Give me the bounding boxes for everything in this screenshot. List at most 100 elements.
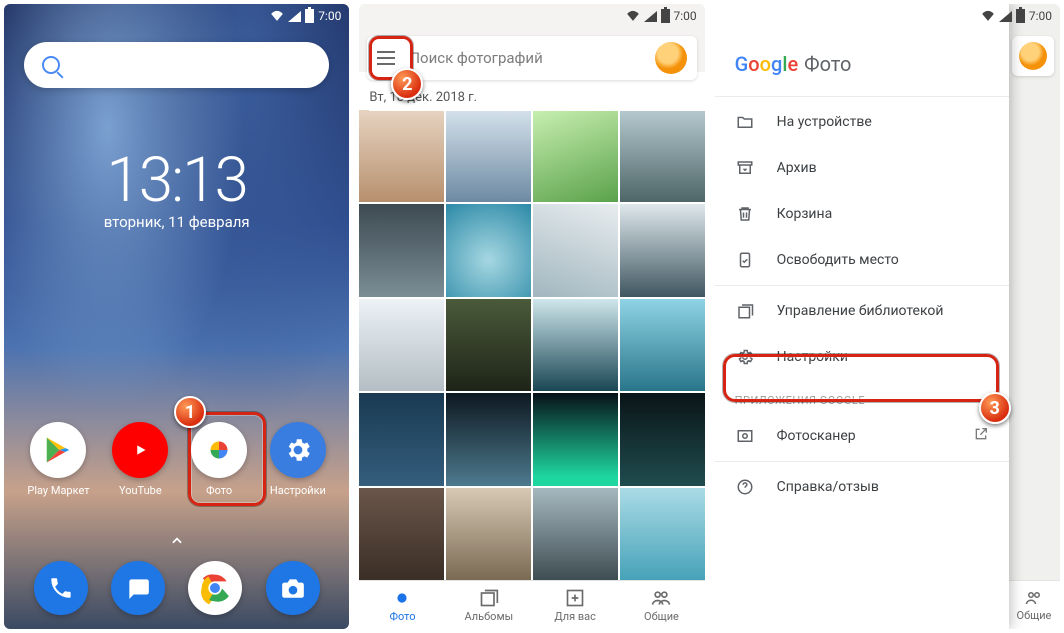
- dock-phone[interactable]: [34, 561, 88, 615]
- drawer-label: Архив: [777, 160, 817, 176]
- free-up-space-icon: [735, 250, 755, 270]
- visible-search-edge: [1012, 36, 1054, 76]
- search-icon: [42, 56, 60, 74]
- status-bar: 7:00: [359, 4, 704, 28]
- nav-foryou[interactable]: Для вас: [532, 581, 618, 629]
- drawer-label: Освободить место: [777, 252, 899, 268]
- dock-messages[interactable]: [111, 561, 165, 615]
- clock-time: 13:13: [4, 144, 349, 217]
- drawer-item-free-up-space[interactable]: Освободить место: [715, 237, 1009, 283]
- cell-signal-icon: [644, 11, 657, 22]
- navigation-drawer: Google Фото На устройстве Архив Корзина …: [715, 4, 1009, 629]
- drawer-header: Google Фото: [715, 44, 1009, 94]
- nav-label: Альбомы: [464, 610, 513, 623]
- divider: [715, 461, 1009, 462]
- status-bar: 7:00: [715, 4, 1060, 28]
- drawer-item-photoscan[interactable]: Фотосканер: [715, 413, 1009, 459]
- divider: [715, 96, 1009, 97]
- photo-thumbnail[interactable]: [620, 204, 705, 296]
- folder-icon: [735, 112, 755, 132]
- library-icon: [735, 301, 755, 321]
- archive-icon: [735, 158, 755, 178]
- photo-grid: [359, 110, 704, 580]
- app-play-market[interactable]: Play Маркет: [27, 422, 89, 497]
- external-link-icon: [973, 426, 989, 446]
- drawer-item-on-device[interactable]: На устройстве: [715, 99, 1009, 145]
- app-label: Настройки: [270, 484, 326, 497]
- photo-thumbnail[interactable]: [533, 299, 618, 391]
- photo-thumbnail[interactable]: [446, 204, 531, 296]
- app-row: Play Маркет YouTube Фото Настр: [4, 422, 349, 497]
- drawer-title: Фото: [804, 52, 851, 76]
- status-bar: 7:00: [4, 4, 349, 28]
- google-search-bar[interactable]: [24, 42, 329, 88]
- status-time: 7:00: [318, 9, 341, 23]
- callout-highlight-1: [188, 412, 266, 506]
- wifi-icon: [270, 9, 284, 24]
- search-placeholder: Поиск фотографий: [409, 49, 640, 67]
- dock-camera[interactable]: [266, 561, 320, 615]
- photo-thumbnail[interactable]: [359, 204, 444, 296]
- photo-thumbnail[interactable]: [359, 299, 444, 391]
- nav-sharing-stub[interactable]: Общие: [1008, 580, 1060, 629]
- callout-marker-1: 1: [174, 396, 206, 428]
- battery-icon: [1016, 9, 1025, 23]
- photo-thumbnail[interactable]: [620, 110, 705, 202]
- photo-thumbnail[interactable]: [446, 488, 531, 580]
- status-time: 7:00: [1029, 9, 1052, 23]
- app-label: YouTube: [119, 484, 162, 497]
- nav-label: Общие: [1017, 609, 1052, 622]
- bottom-nav: Фото Альбомы Для вас Общие: [359, 580, 704, 629]
- drawer-item-help[interactable]: Справка/отзыв: [715, 464, 1009, 510]
- drawer-label: Управление библиотекой: [777, 303, 944, 319]
- nav-albums[interactable]: Альбомы: [446, 581, 532, 629]
- status-time: 7:00: [674, 9, 697, 23]
- photo-thumbnail[interactable]: [446, 393, 531, 485]
- photo-thumbnail[interactable]: [620, 488, 705, 580]
- drawer-label: Справка/отзыв: [777, 479, 879, 495]
- photo-thumbnail[interactable]: [359, 110, 444, 202]
- foryou-nav-icon: [564, 588, 586, 608]
- photo-thumbnail[interactable]: [533, 110, 618, 202]
- clock-date: вторник, 11 февраля: [4, 213, 349, 231]
- nav-photos[interactable]: Фото: [359, 581, 445, 629]
- drawer-item-library-management[interactable]: Управление библиотекой: [715, 288, 1009, 334]
- photo-thumbnail[interactable]: [533, 393, 618, 485]
- drawer-label: На устройстве: [777, 114, 872, 130]
- photo-thumbnail[interactable]: [620, 299, 705, 391]
- photoscan-icon: [735, 426, 755, 446]
- phone-home-screen: 7:00 13:13 вторник, 11 февраля Play Марк…: [4, 4, 349, 629]
- phone-photos-drawer: 7:00 Общие Google Фото На устройстве Арх…: [715, 4, 1060, 629]
- phone-photos-grid: 7:00 Поиск фотографий 2 Вт, 18 дек. 2018…: [359, 4, 704, 629]
- battery-icon: [305, 9, 314, 23]
- nav-sharing[interactable]: Общие: [618, 581, 704, 629]
- trash-icon: [735, 204, 755, 224]
- app-settings[interactable]: Настройки: [270, 422, 326, 497]
- dock-chrome[interactable]: [188, 561, 242, 615]
- app-youtube[interactable]: YouTube: [112, 422, 168, 497]
- photo-thumbnail[interactable]: [533, 488, 618, 580]
- photo-thumbnail[interactable]: [446, 110, 531, 202]
- app-label: Play Маркет: [27, 484, 89, 497]
- help-icon: [735, 477, 755, 497]
- drawer-item-trash[interactable]: Корзина: [715, 191, 1009, 237]
- account-avatar[interactable]: [655, 42, 687, 74]
- wifi-icon: [981, 9, 995, 24]
- play-store-icon: [30, 422, 86, 478]
- account-avatar[interactable]: [1019, 42, 1047, 70]
- nav-label: Фото: [389, 610, 415, 623]
- app-drawer-handle[interactable]: [170, 533, 184, 547]
- cell-signal-icon: [999, 11, 1012, 22]
- photo-thumbnail[interactable]: [359, 393, 444, 485]
- photo-thumbnail[interactable]: [620, 393, 705, 485]
- clock-widget[interactable]: 13:13 вторник, 11 февраля: [4, 144, 349, 231]
- albums-nav-icon: [478, 588, 500, 608]
- nav-label: Общие: [644, 610, 679, 623]
- battery-icon: [661, 9, 670, 23]
- sharing-nav-icon: [650, 588, 672, 608]
- photo-thumbnail[interactable]: [446, 299, 531, 391]
- callout-marker-3: 3: [979, 392, 1011, 424]
- photo-thumbnail[interactable]: [359, 488, 444, 580]
- photo-thumbnail[interactable]: [533, 204, 618, 296]
- drawer-item-archive[interactable]: Архив: [715, 145, 1009, 191]
